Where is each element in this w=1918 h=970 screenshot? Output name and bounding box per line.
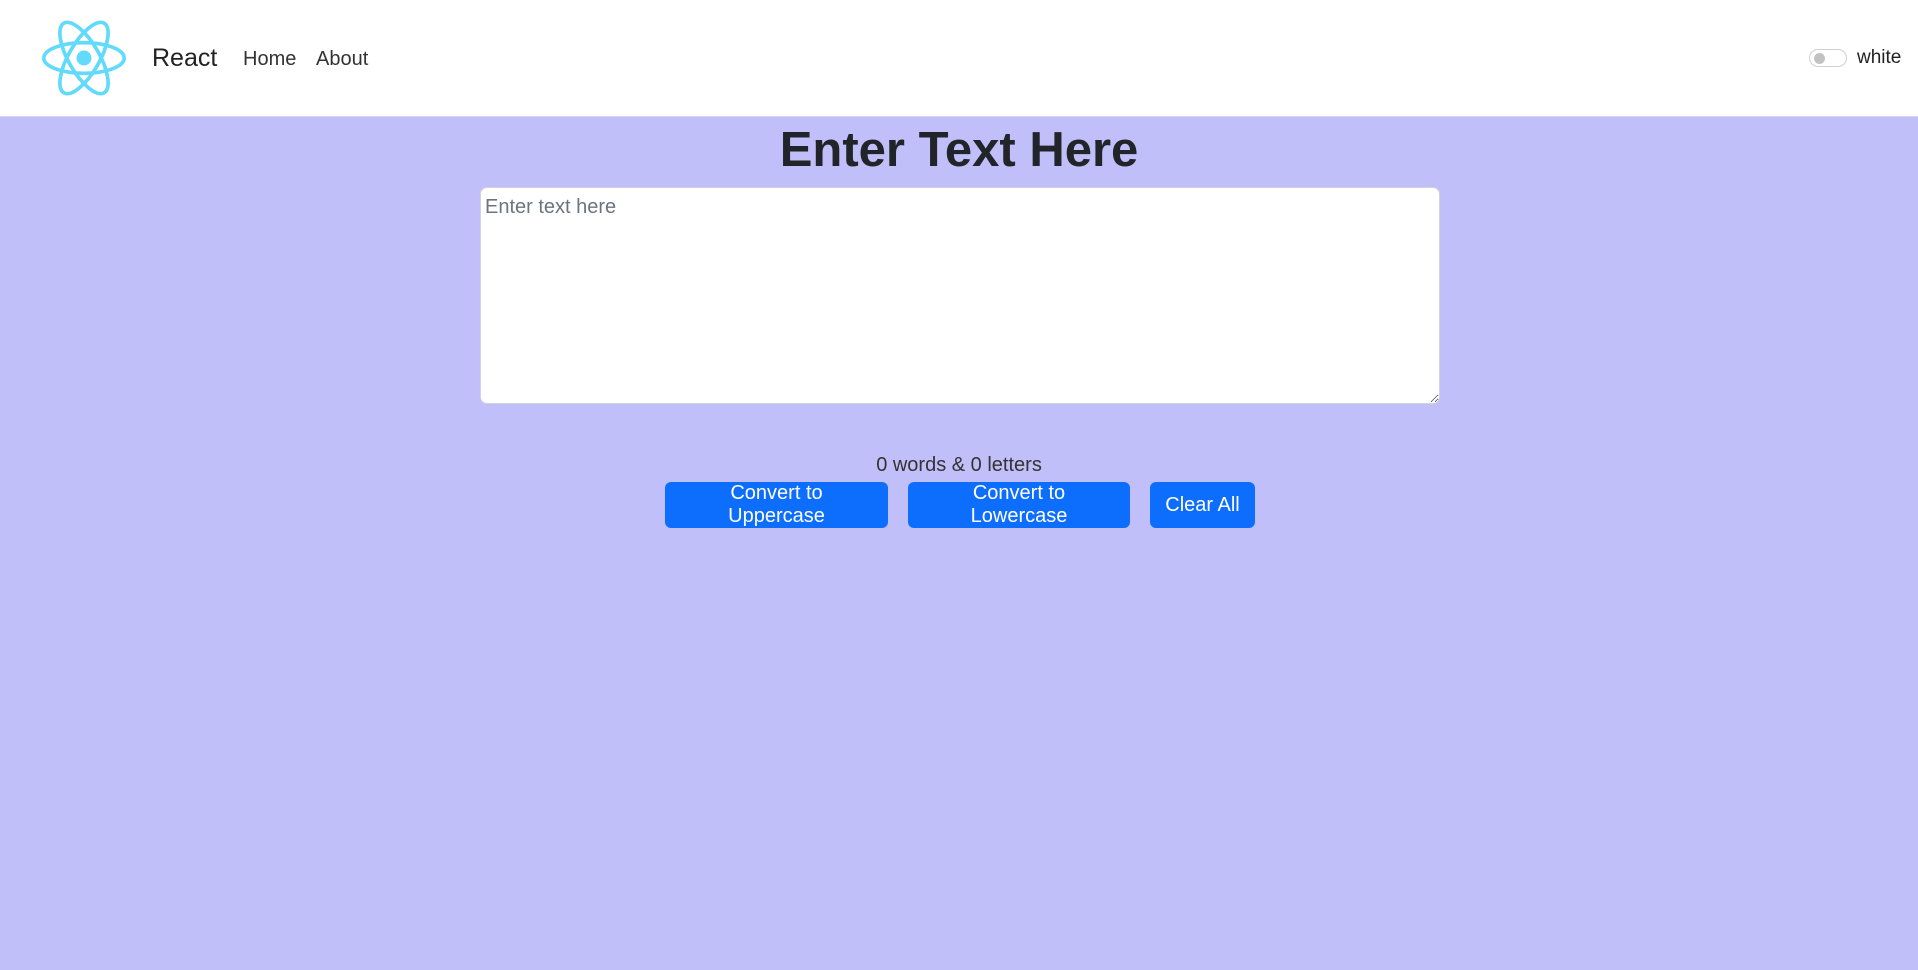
react-logo-icon[interactable] [42,18,126,98]
convert-uppercase-button[interactable]: Convert to Uppercase [665,482,888,528]
page-title: Enter Text Here [779,123,1139,177]
clear-all-button[interactable]: Clear All [1150,482,1255,528]
word-letter-count: 0 words & 0 letters [876,454,1042,476]
text-input-area[interactable] [480,187,1440,404]
nav-link-home[interactable]: Home [243,48,296,71]
theme-toggle-switch[interactable] [1809,49,1847,67]
nav-link-about[interactable]: About [316,48,368,71]
convert-lowercase-button[interactable]: Convert to Lowercase [908,482,1130,528]
toggle-knob [1814,53,1825,64]
theme-toggle-label: white [1857,47,1902,68]
brand-link[interactable]: React [152,44,217,73]
navbar: React Home About white [0,0,1918,117]
